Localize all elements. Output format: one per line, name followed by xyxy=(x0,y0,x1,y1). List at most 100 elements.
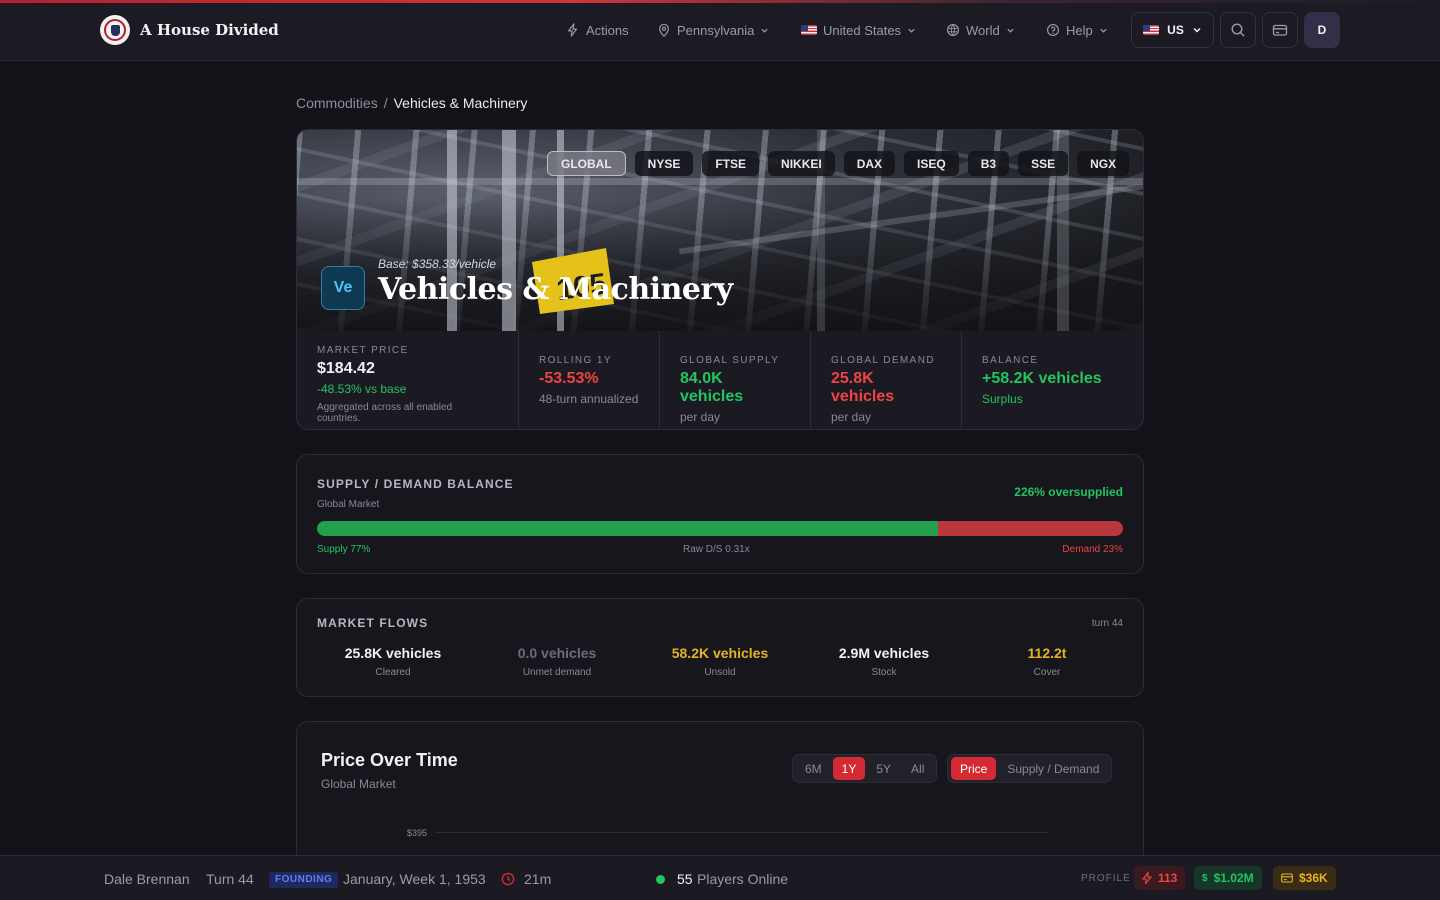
commodity-hero-card: 105 GLOBAL NYSE FTSE NIKKEI DAX ISEQ B3 SSE NGX … xyxy=(296,129,1144,430)
breadcrumb-separator: / xyxy=(383,95,388,111)
stat-supply-value: 84.0K vehicles xyxy=(680,370,744,405)
oversupply-status: 226% oversupplied xyxy=(1014,485,1123,499)
us-flag-icon xyxy=(1143,25,1160,35)
brand[interactable]: A House Divided xyxy=(100,15,279,45)
flow-item-unsold: 58.2K vehicles Unsold xyxy=(640,645,800,678)
flow-label: Cover xyxy=(1033,667,1061,678)
price-over-time-subtitle: Global Market xyxy=(321,777,396,791)
supply-demand-card: SUPPLY / DEMAND BALANCE Global Market 22… xyxy=(296,454,1144,574)
chevron-down-icon xyxy=(1193,27,1201,33)
chevron-down-icon xyxy=(1007,28,1014,33)
flow-item-stock: 2.9M vehicles Stock xyxy=(804,645,964,678)
mode-option-price[interactable]: Price xyxy=(951,757,997,780)
nav-help-label: Help xyxy=(1066,22,1093,38)
locale-label: US xyxy=(1167,23,1184,37)
flow-value: 2.9M vehicles xyxy=(838,645,930,661)
flow-label: Unmet demand xyxy=(522,667,592,678)
flow-label: Unsold xyxy=(704,667,736,678)
online-indicator-icon xyxy=(656,875,665,884)
search-button[interactable] xyxy=(1220,12,1256,48)
breadcrumb: Commodities / Vehicles & Machinery xyxy=(296,95,527,111)
nav-state-dropdown[interactable]: Pennsylvania xyxy=(657,0,769,60)
stat-global-demand: GLOBAL DEMAND 25.8K vehicles per day xyxy=(811,331,962,429)
help-circle-icon xyxy=(1047,24,1059,36)
y-axis-tick-top: $395 xyxy=(407,828,428,838)
stat-balance-label: BALANCE xyxy=(982,355,1039,366)
energy-pill[interactable]: 113 xyxy=(1134,866,1186,890)
turn-counter: Turn 44 xyxy=(206,871,254,887)
demand-share-label: Demand 23% xyxy=(1062,544,1123,555)
range-option-5y[interactable]: 5Y xyxy=(867,757,900,780)
supply-demand-title: SUPPLY / DEMAND BALANCE xyxy=(317,477,514,491)
clock-icon xyxy=(501,872,515,886)
stat-supply-label: GLOBAL SUPPLY xyxy=(680,355,780,366)
exchange-tab-sse[interactable]: SSE xyxy=(1018,151,1069,176)
market-flows-title: MARKET FLOWS xyxy=(317,616,429,630)
nav-world-label: World xyxy=(966,22,1000,38)
page-title: Vehicles & Machinery xyxy=(378,272,733,307)
lightning-icon xyxy=(1142,872,1152,884)
locale-selector[interactable]: US xyxy=(1131,12,1214,48)
range-option-all[interactable]: All xyxy=(902,757,933,780)
nav-world-dropdown[interactable]: World xyxy=(946,0,1015,60)
exchange-tab-ngx[interactable]: NGX xyxy=(1077,151,1130,176)
flow-item-unmet-demand: 0.0 vehicles Unmet demand xyxy=(477,645,637,678)
nav-help-dropdown[interactable]: Help xyxy=(1046,0,1108,60)
founding-badge: FOUNDING xyxy=(269,872,339,888)
flow-value: 58.2K vehicles xyxy=(671,645,769,661)
flow-label: Stock xyxy=(871,667,897,678)
nav-actions[interactable]: Actions xyxy=(566,0,629,60)
cash-pill[interactable]: $ $1.02M xyxy=(1194,866,1262,890)
stat-demand-sub: per day xyxy=(831,410,872,424)
exchange-tab-nikkei[interactable]: NIKKEI xyxy=(768,151,835,176)
cash-value: $1.02M xyxy=(1213,871,1254,885)
exchange-tab-nyse[interactable]: NYSE xyxy=(634,151,694,176)
exchange-tab-b3[interactable]: B3 xyxy=(967,151,1010,176)
lightning-icon xyxy=(568,23,578,37)
supply-demand-subtitle: Global Market xyxy=(317,499,380,510)
exchange-tab-iseq[interactable]: ISEQ xyxy=(904,151,959,176)
stat-rolling-1y: ROLLING 1Y -53.53% 48-turn annualized xyxy=(519,331,660,429)
nav-country-label: United States xyxy=(823,22,902,38)
avatar[interactable]: D xyxy=(1304,12,1340,48)
nav-state-label: Pennsylvania xyxy=(677,22,755,38)
chevron-down-icon xyxy=(761,28,768,33)
stat-balance: BALANCE +58.2K vehicles Surplus xyxy=(962,331,1143,429)
supply-demand-bar xyxy=(317,521,1123,536)
chevron-down-icon xyxy=(908,28,915,33)
online-label: Players Online xyxy=(697,871,789,887)
nav-country-dropdown[interactable]: United States xyxy=(801,0,916,60)
exchange-tab-global[interactable]: GLOBAL xyxy=(547,151,626,176)
stat-market-price-note: Aggregated across all enabled countries. xyxy=(317,402,453,424)
game-date: January, Week 1, 1953 xyxy=(343,871,486,887)
wallet-button[interactable] xyxy=(1262,12,1298,48)
online-count: 55 xyxy=(677,871,693,887)
profile-link[interactable]: PROFILE xyxy=(1081,873,1131,884)
range-option-6m[interactable]: 6M xyxy=(796,757,831,780)
stat-market-price-change: -48.53% vs base xyxy=(317,382,407,396)
commodity-badge: Ve xyxy=(321,266,365,310)
market-flows-card: MARKET FLOWS turn 44 25.8K vehicles Clear… xyxy=(296,598,1144,697)
nav-actions-label: Actions xyxy=(586,22,629,38)
mode-selector: Price Supply / Demand xyxy=(947,754,1113,783)
stat-global-supply: GLOBAL SUPPLY 84.0K vehicles per day xyxy=(660,331,811,429)
range-selector: 6M 1Y 5Y All xyxy=(792,754,938,783)
dollar-icon: $ xyxy=(1202,872,1208,884)
breadcrumb-parent-link[interactable]: Commodities xyxy=(296,95,378,111)
flow-item-cover: 112.2t Cover xyxy=(967,645,1127,678)
location-pin-icon xyxy=(659,23,669,37)
brand-logo-icon xyxy=(100,15,130,45)
mode-option-supply-demand[interactable]: Supply / Demand xyxy=(998,757,1108,780)
wallet-pill[interactable]: $36K xyxy=(1273,866,1336,890)
exchange-tab-dax[interactable]: DAX xyxy=(843,151,896,176)
exchange-tab-ftse[interactable]: FTSE xyxy=(702,151,760,176)
flow-value: 25.8K vehicles xyxy=(344,645,442,661)
wallet-value: $36K xyxy=(1299,871,1328,885)
range-option-1y[interactable]: 1Y xyxy=(832,757,866,780)
energy-value: 113 xyxy=(1158,871,1178,885)
raw-ratio-label: Raw D/S 0.31x xyxy=(683,544,750,555)
wallet-icon xyxy=(1281,873,1293,883)
flow-label: Cleared xyxy=(375,667,411,678)
player-name[interactable]: Dale Brennan xyxy=(104,871,190,887)
stat-balance-value: +58.2K vehicles xyxy=(982,370,1102,387)
